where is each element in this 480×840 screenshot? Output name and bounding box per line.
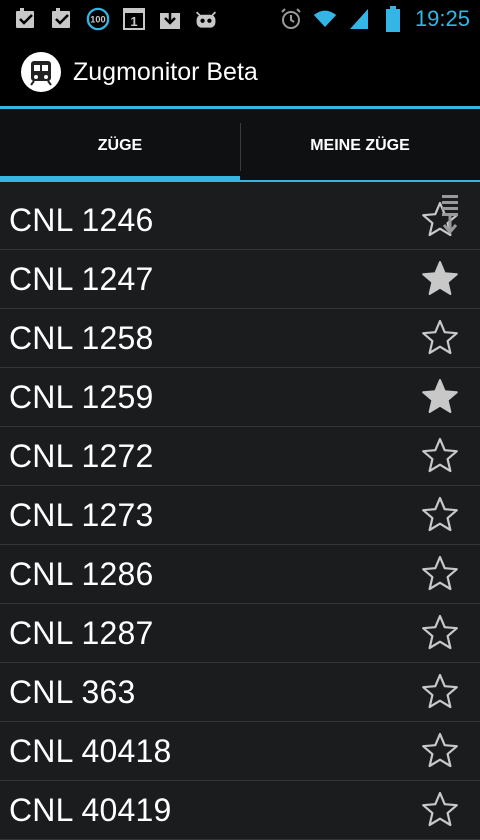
list-item[interactable]: CNL 1247 [0, 250, 480, 309]
tab-zuege[interactable]: ZÜGE [0, 109, 240, 182]
train-name: CNL 1272 [9, 437, 154, 474]
clock: 19:25 [414, 6, 470, 31]
tab-underline [240, 180, 480, 182]
fast-scroll-handle-icon[interactable] [438, 193, 462, 239]
train-name: CNL 40419 [9, 791, 172, 828]
check-box-icon [50, 7, 74, 31]
svg-text:1: 1 [130, 14, 137, 29]
list-item[interactable]: CNL 1259 [0, 368, 480, 427]
train-name: CNL 1286 [9, 555, 154, 592]
star-filled-icon[interactable] [420, 377, 460, 417]
cyanogen-robot-icon [194, 7, 218, 31]
battery-icon [381, 6, 405, 32]
alarm-icon [279, 7, 303, 31]
star-outline-icon[interactable] [420, 495, 460, 535]
tram-icon[interactable] [21, 52, 61, 92]
star-outline-icon[interactable] [420, 731, 460, 771]
system-icons: 19:25 [279, 6, 480, 32]
star-outline-icon[interactable] [420, 554, 460, 594]
battery-100-icon: 100 [86, 7, 110, 31]
train-name: CNL 40418 [9, 732, 172, 769]
tab-bar: ZÜGE MEINE ZÜGE [0, 109, 480, 182]
list-item[interactable]: CNL 1287 [0, 604, 480, 663]
list-item[interactable]: CNL 40418 [0, 722, 480, 781]
wifi-icon [313, 7, 337, 31]
tab-selected-indicator [0, 176, 240, 182]
train-name: CNL 1287 [9, 614, 154, 651]
train-name: CNL 1246 [9, 201, 154, 238]
notification-icons: 100 1 [0, 7, 218, 31]
star-outline-icon[interactable] [420, 790, 460, 830]
status-bar: 100 1 19:25 [0, 0, 480, 38]
tab-label: ZÜGE [97, 136, 143, 154]
star-outline-icon[interactable] [420, 436, 460, 476]
star-filled-icon[interactable] [420, 259, 460, 299]
app-title: Zugmonitor Beta [73, 57, 258, 86]
svg-text:100: 100 [90, 15, 105, 25]
train-name: CNL 1259 [9, 378, 154, 415]
train-list[interactable]: CNL 1246 CNL 1247 CNL 1258 CNL 1259 CNL … [0, 191, 480, 840]
check-box-icon [14, 7, 38, 31]
train-name: CNL 363 [9, 673, 136, 710]
download-icon [158, 7, 182, 31]
train-name: CNL 1273 [9, 496, 154, 533]
list-item[interactable]: CNL 1246 [0, 191, 480, 250]
list-item[interactable]: CNL 1273 [0, 486, 480, 545]
star-outline-icon[interactable] [420, 318, 460, 358]
star-outline-icon[interactable] [420, 672, 460, 712]
list-item[interactable]: CNL 1272 [0, 427, 480, 486]
star-outline-icon[interactable] [420, 613, 460, 653]
train-name: CNL 1247 [9, 260, 154, 297]
list-item[interactable]: CNL 40419 [0, 781, 480, 840]
tab-label: MEINE ZÜGE [310, 136, 410, 154]
list-item[interactable]: CNL 1286 [0, 545, 480, 604]
calendar-1-icon: 1 [122, 7, 146, 31]
tab-meine-zuege[interactable]: MEINE ZÜGE [240, 109, 480, 182]
list-item[interactable]: CNL 363 [0, 663, 480, 722]
signal-icon [347, 7, 371, 31]
list-item[interactable]: CNL 1258 [0, 309, 480, 368]
action-bar: Zugmonitor Beta [0, 38, 480, 106]
train-name: CNL 1258 [9, 319, 154, 356]
